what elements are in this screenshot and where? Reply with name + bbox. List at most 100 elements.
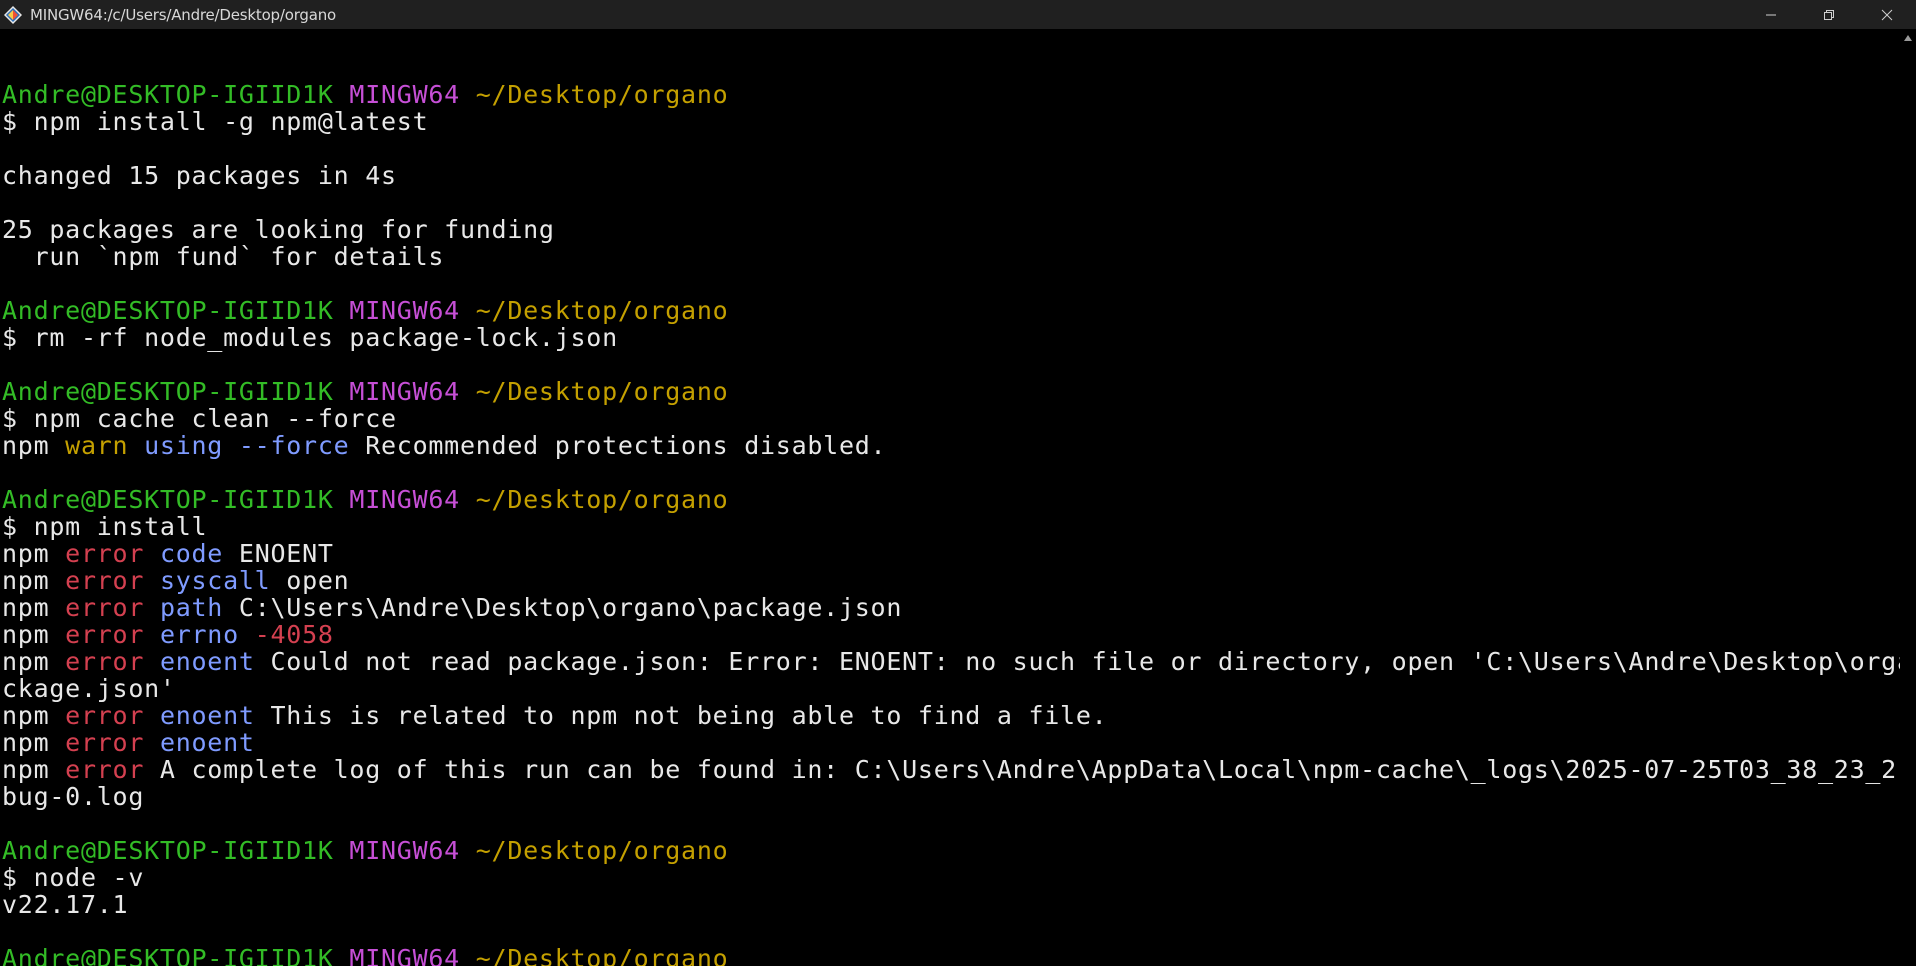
terminal-text-key: enoent — [159, 647, 255, 676]
terminal-text-key: syscall — [159, 566, 271, 595]
terminal-line: Andre@DESKTOP-IGIID1K MINGW64 ~/Desktop/… — [2, 486, 1900, 513]
terminal-text-user: Andre@DESKTOP-IGIID1K — [2, 377, 334, 406]
terminal-text-key: enoent — [159, 701, 255, 730]
terminal-text-user: Andre@DESKTOP-IGIID1K — [2, 80, 334, 109]
terminal-text-white — [239, 620, 255, 649]
terminal-text-error: error — [65, 539, 145, 568]
terminal-text-env: MINGW64 — [349, 485, 460, 514]
terminal-text-white: npm — [2, 593, 66, 622]
terminal-text-white: This is related to npm not being able to… — [254, 701, 1108, 730]
terminal-text-env: MINGW64 — [349, 836, 460, 865]
terminal-text-white — [128, 431, 144, 460]
terminal-text-user: Andre@DESKTOP-IGIID1K — [2, 836, 334, 865]
terminal-window: MINGW64:/c/Users/Andre/Desktop/organo An… — [0, 0, 1916, 966]
terminal-text-white: $ npm install -g npm@latest — [2, 107, 429, 136]
terminal-text-env: MINGW64 — [349, 80, 460, 109]
terminal-text-user: Andre@DESKTOP-IGIID1K — [2, 944, 334, 966]
terminal-text-white — [144, 620, 160, 649]
terminal-line: run `npm fund` for details — [2, 243, 1900, 270]
scroll-up-arrow-icon[interactable] — [1904, 35, 1912, 41]
terminal-text-white: $ npm install — [2, 512, 208, 541]
terminal-text-key: code — [159, 539, 224, 568]
terminal-line: Andre@DESKTOP-IGIID1K MINGW64 ~/Desktop/… — [2, 81, 1900, 108]
terminal-text-key: using --force — [144, 431, 350, 460]
terminal-line: npm error errno -4058 — [2, 621, 1900, 648]
terminal-line: npm error enoent — [2, 729, 1900, 756]
terminal-text-white: npm — [2, 566, 66, 595]
terminal-text-white — [144, 593, 160, 622]
terminal-text-path: ~/Desktop/organo — [475, 836, 729, 865]
terminal-text-white — [460, 944, 476, 966]
terminal-text-white: bug-0.log — [2, 782, 145, 811]
terminal-line: bug-0.log — [2, 783, 1900, 810]
scrollbar[interactable] — [1900, 29, 1916, 966]
terminal-text-path: ~/Desktop/organo — [475, 377, 729, 406]
terminal-text-white: $ rm -rf node_modules package-lock.json — [2, 323, 618, 352]
terminal-text-env: MINGW64 — [349, 296, 460, 325]
terminal-line: Andre@DESKTOP-IGIID1K MINGW64 ~/Desktop/… — [2, 378, 1900, 405]
terminal-line: npm error enoent Could not read package.… — [2, 648, 1900, 675]
title-bar[interactable]: MINGW64:/c/Users/Andre/Desktop/organo — [0, 0, 1916, 29]
terminal-text-white — [334, 296, 350, 325]
terminal-line: npm warn using --force Recommended prote… — [2, 432, 1900, 459]
terminal-text-path: ~/Desktop/organo — [475, 944, 729, 966]
terminal-text-white — [144, 701, 160, 730]
terminal-output[interactable]: Andre@DESKTOP-IGIID1K MINGW64 ~/Desktop/… — [0, 29, 1900, 966]
terminal-line: Andre@DESKTOP-IGIID1K MINGW64 ~/Desktop/… — [2, 945, 1900, 966]
terminal-text-white: Recommended protections disabled. — [349, 431, 887, 460]
terminal-text-env: MINGW64 — [349, 944, 460, 966]
terminal-line: npm error enoent This is related to npm … — [2, 702, 1900, 729]
terminal-text-path: ~/Desktop/organo — [475, 296, 729, 325]
terminal-text-key: enoent — [159, 728, 255, 757]
terminal-text-white — [460, 836, 476, 865]
terminal-line: npm error code ENOENT — [2, 540, 1900, 567]
terminal-text-white — [144, 539, 160, 568]
terminal-text-white — [334, 944, 350, 966]
terminal-text-error: -4058 — [254, 620, 334, 649]
terminal-line: npm error A complete log of this run can… — [2, 756, 1900, 783]
terminal-text-white: npm — [2, 647, 66, 676]
terminal-line: 25 packages are looking for funding — [2, 216, 1900, 243]
terminal-text-error: error — [65, 593, 145, 622]
terminal-text-path: ~/Desktop/organo — [475, 485, 729, 514]
terminal-line: $ node -v — [2, 864, 1900, 891]
terminal-line: Andre@DESKTOP-IGIID1K MINGW64 ~/Desktop/… — [2, 837, 1900, 864]
minimize-button[interactable] — [1742, 0, 1800, 29]
terminal-line: $ npm install — [2, 513, 1900, 540]
terminal-line: npm error path C:\Users\Andre\Desktop\or… — [2, 594, 1900, 621]
terminal-text-white: changed 15 packages in 4s — [2, 161, 397, 190]
terminal-text-white — [144, 728, 160, 757]
terminal-text-key: path — [159, 593, 224, 622]
terminal-text-error: error — [65, 647, 145, 676]
terminal-line: npm error syscall open — [2, 567, 1900, 594]
terminal-line: changed 15 packages in 4s — [2, 162, 1900, 189]
terminal-text-white: $ npm cache clean --force — [2, 404, 397, 433]
terminal-text-error: error — [65, 566, 145, 595]
terminal-text-white: $ node -v — [2, 863, 145, 892]
restore-icon — [1824, 9, 1834, 20]
window-controls — [1742, 0, 1916, 29]
terminal-text-white — [334, 377, 350, 406]
terminal-text-white — [460, 377, 476, 406]
close-button[interactable] — [1858, 0, 1916, 29]
terminal-text-white — [334, 836, 350, 865]
terminal-text-white: v22.17.1 — [2, 890, 129, 919]
terminal-line: v22.17.1 — [2, 891, 1900, 918]
restore-button[interactable] — [1800, 0, 1858, 29]
close-icon — [1881, 9, 1893, 20]
terminal-text-error: error — [65, 620, 145, 649]
terminal-text-white: ckage.json' — [2, 674, 176, 703]
terminal-text-white: npm — [2, 728, 66, 757]
terminal-text-white: npm — [2, 431, 66, 460]
terminal-text-white: ENOENT — [223, 539, 334, 568]
window-title: MINGW64:/c/Users/Andre/Desktop/organo — [30, 5, 336, 24]
terminal-text-white: npm — [2, 755, 66, 784]
terminal-text-user: Andre@DESKTOP-IGIID1K — [2, 296, 334, 325]
